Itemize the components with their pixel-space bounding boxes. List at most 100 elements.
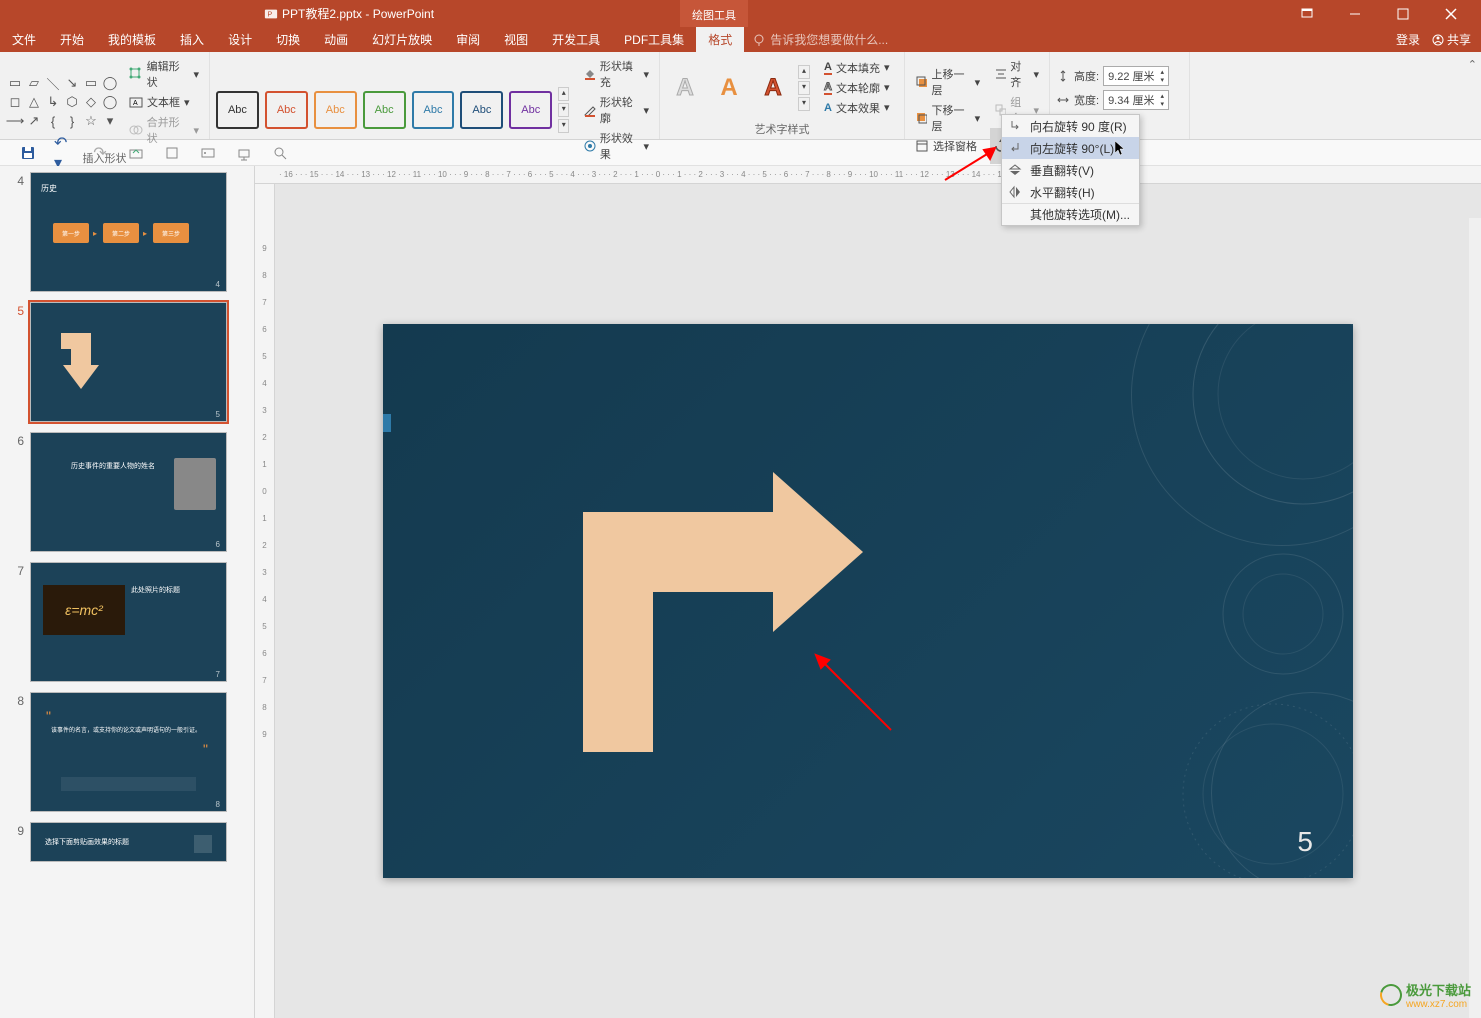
thumbnail-slide-9[interactable]: 选择下面剪贴画效果的标题 <box>30 822 227 862</box>
thumbnail-number: 8 <box>10 692 24 708</box>
rotate-dropdown: 向右旋转 90 度(R) 向左旋转 90°(L) 垂直翻转(V) 水平翻转(H)… <box>1001 114 1140 226</box>
bring-forward-button[interactable]: 上移一层 ▾ <box>911 64 984 100</box>
text-outline-button[interactable]: A文本轮廓 ▾ <box>820 78 893 98</box>
rotate-right-90[interactable]: 向右旋转 90 度(R) <box>1002 115 1139 137</box>
style-gallery-up[interactable]: ▴ <box>558 87 569 101</box>
width-icon <box>1056 93 1070 107</box>
flip-vertical-icon <box>1008 163 1022 177</box>
drawing-tools-tab-title: 绘图工具 <box>680 0 748 27</box>
height-input[interactable]: 9.22 厘米▴▾ <box>1103 66 1169 86</box>
shapes-gallery[interactable]: ▭▱＼↘▭◯ ◻△↳⬡◇◯ ⟶↗{}☆▾ <box>6 74 119 130</box>
wordart-gallery-up[interactable]: ▴ <box>798 65 810 79</box>
shape-fill-button[interactable]: 形状填充 ▾ <box>579 56 653 92</box>
thumbnail-number: 6 <box>10 432 24 448</box>
height-icon <box>1056 69 1070 83</box>
shape-style-6[interactable]: Abc <box>460 91 503 129</box>
send-backward-button[interactable]: 下移一层 ▾ <box>911 100 984 136</box>
ribbon-collapse[interactable]: ⌃ <box>1468 58 1477 71</box>
align-button[interactable]: 对齐 ▾ <box>990 56 1043 92</box>
slide-left-tab <box>383 414 391 432</box>
watermark: 极光下载站 www.xz7.com <box>1380 980 1471 1010</box>
minimize-button[interactable] <box>1335 0 1375 27</box>
login-link[interactable]: 登录 <box>1396 31 1420 48</box>
shape-style-5[interactable]: Abc <box>412 91 455 129</box>
edit-shape-icon <box>129 67 143 81</box>
tab-format[interactable]: 格式 <box>696 27 744 52</box>
thumbnail-slide-4[interactable]: 历史 第一步 ▸ 第二步 ▸ 第三步 4 <box>30 172 227 292</box>
rotate-right-icon <box>1008 119 1022 133</box>
shape-style-4[interactable]: Abc <box>363 91 406 129</box>
wordart-gallery-more[interactable]: ▾ <box>798 97 810 111</box>
style-gallery-more[interactable]: ▾ <box>558 119 569 133</box>
thumbnail-slide-5[interactable]: 5 <box>30 302 227 422</box>
rotate-left-90[interactable]: 向左旋转 90°(L) <box>1002 137 1139 159</box>
ribbon-tabs: 文件 开始 我的模板 插入 设计 切换 动画 幻灯片放映 审阅 视图 开发工具 … <box>0 27 1481 52</box>
thumbnail-number: 5 <box>10 302 24 318</box>
thumbnail-slide-7[interactable]: ε=mc² 此处照片的标题 7 <box>30 562 227 682</box>
shape-style-7[interactable]: Abc <box>509 91 552 129</box>
shape-style-3[interactable]: Abc <box>314 91 357 129</box>
wordart-style-2[interactable]: A <box>710 69 748 107</box>
svg-text:P: P <box>268 11 273 18</box>
align-icon <box>994 67 1006 81</box>
tab-animations[interactable]: 动画 <box>312 27 360 52</box>
flip-horizontal[interactable]: 水平翻转(H) <box>1002 181 1139 203</box>
tab-developer[interactable]: 开发工具 <box>540 27 612 52</box>
width-label: 宽度: <box>1074 92 1099 108</box>
text-fill-button[interactable]: A文本填充 ▾ <box>820 58 893 78</box>
shape-effects-button[interactable]: 形状效果 ▾ <box>579 128 653 164</box>
tab-review[interactable]: 审阅 <box>444 27 492 52</box>
tab-pdf[interactable]: PDF工具集 <box>612 27 696 52</box>
powerpoint-icon: P <box>264 7 278 21</box>
thumbnail-number: 4 <box>10 172 24 188</box>
wordart-style-1[interactable]: A <box>666 69 704 107</box>
more-rotate-options[interactable]: 其他旋转选项(M)... <box>1002 203 1139 225</box>
share-button[interactable]: 共享 <box>1432 31 1471 48</box>
bucket-icon <box>583 67 596 81</box>
shape-style-1[interactable]: Abc <box>216 91 259 129</box>
height-label: 高度: <box>1074 68 1099 84</box>
text-effects-button[interactable]: A文本效果 ▾ <box>820 98 893 118</box>
tab-insert[interactable]: 插入 <box>168 27 216 52</box>
shape-outline-button[interactable]: 形状轮廓 ▾ <box>579 92 653 128</box>
vertical-scrollbar[interactable] <box>1469 218 1481 1018</box>
decorative-circles-svg <box>1073 324 1353 878</box>
close-button[interactable] <box>1431 0 1471 27</box>
shape-style-2[interactable]: Abc <box>265 91 308 129</box>
flip-vertical[interactable]: 垂直翻转(V) <box>1002 159 1139 181</box>
flip-horizontal-icon <box>1008 185 1022 199</box>
tab-templates[interactable]: 我的模板 <box>96 27 168 52</box>
thumbnail-number: 9 <box>10 822 24 838</box>
width-input[interactable]: 9.34 厘米▴▾ <box>1103 90 1169 110</box>
tab-design[interactable]: 设计 <box>216 27 264 52</box>
title-bar: P PPT教程2.pptx - PowerPoint 绘图工具 <box>0 0 1481 27</box>
merge-icon <box>129 123 143 137</box>
file-name: PPT教程2.pptx - PowerPoint <box>282 5 434 22</box>
style-gallery-down[interactable]: ▾ <box>558 103 569 117</box>
ribbon: ▭▱＼↘▭◯ ◻△↳⬡◇◯ ⟶↗{}☆▾ 编辑形状 ▾ A文本框 ▾ 合并形状 … <box>0 52 1481 140</box>
edit-shape-button[interactable]: 编辑形状 ▾ <box>125 56 203 92</box>
wordart-style-3[interactable]: A <box>754 69 792 107</box>
thumbnail-slide-8[interactable]: " 该事件的名言，或支持你的论文或声明语句的一般引证。 " 8 <box>30 692 227 812</box>
send-backward-icon <box>915 111 927 125</box>
cursor-icon <box>1115 141 1127 157</box>
wordart-gallery-down[interactable]: ▾ <box>798 81 810 95</box>
ribbon-options-button[interactable] <box>1287 0 1327 27</box>
merge-shapes-button[interactable]: 合并形状 ▾ <box>125 112 203 148</box>
tab-home[interactable]: 开始 <box>48 27 96 52</box>
thumbnail-panel: 4 历史 第一步 ▸ 第二步 ▸ 第三步 4 5 5 6 历史事件的重要人物的姓… <box>0 166 255 1018</box>
group-insert-shapes: 插入形状 <box>6 148 203 168</box>
thumbnail-slide-6[interactable]: 历史事件的重要人物的姓名 6 <box>30 432 227 552</box>
text-box-icon: A <box>129 95 143 109</box>
tab-slideshow[interactable]: 幻灯片放映 <box>360 27 444 52</box>
tell-me-input[interactable]: 告诉我您想要做什么... <box>752 31 888 48</box>
tab-transitions[interactable]: 切换 <box>264 27 312 52</box>
maximize-button[interactable] <box>1383 0 1423 27</box>
pen-icon <box>583 103 596 117</box>
rotate-left-icon <box>1008 141 1022 155</box>
text-box-button[interactable]: A文本框 ▾ <box>125 92 203 112</box>
slide-canvas[interactable]: 5 <box>383 324 1353 878</box>
svg-text:A: A <box>133 100 138 107</box>
tab-file[interactable]: 文件 <box>0 27 48 52</box>
tab-view[interactable]: 视图 <box>492 27 540 52</box>
